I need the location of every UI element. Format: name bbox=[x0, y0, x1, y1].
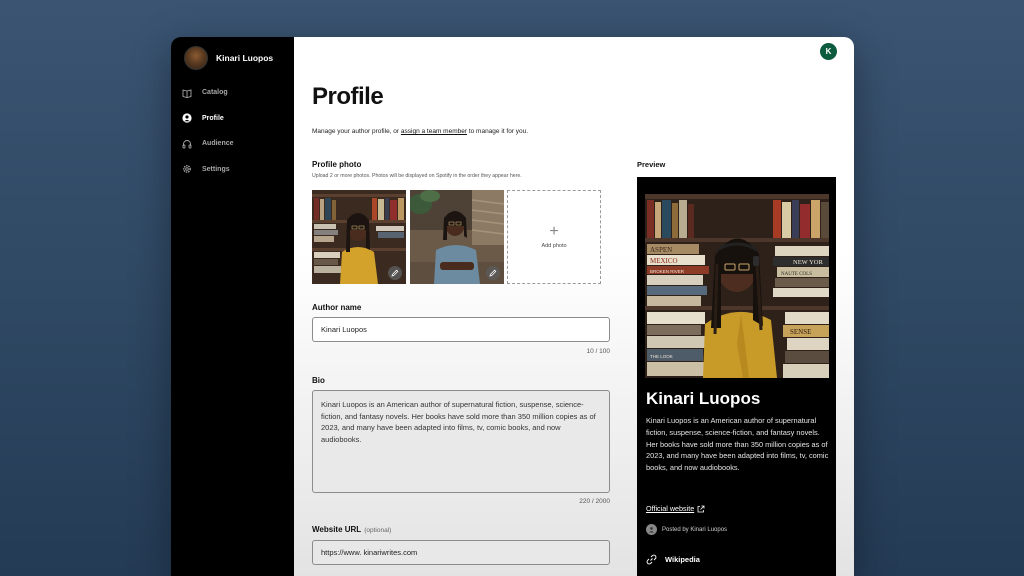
app-window: Kinari Luopos Catalog Profile Audience S… bbox=[171, 37, 854, 576]
external-link-icon bbox=[697, 505, 705, 512]
sidebar-nav: Catalog Profile Audience Settings bbox=[182, 86, 234, 188]
sidebar-item-catalog[interactable]: Catalog bbox=[182, 86, 234, 99]
page-subtitle: Manage your author profile, or assign a … bbox=[312, 128, 528, 135]
book-spine-text: THE LOOK bbox=[650, 354, 673, 359]
sidebar-item-audience[interactable]: Audience bbox=[182, 137, 234, 150]
add-photo-label: Add photo bbox=[541, 243, 567, 249]
add-photo-button[interactable]: + Add photo bbox=[507, 190, 601, 284]
book-spine-text: MEXICO bbox=[650, 257, 678, 265]
preview-photo: ASPEN MEXICO BROKEN RIVER NEW YOR NAUTE … bbox=[645, 194, 829, 378]
assign-team-member-link[interactable]: assign a team member bbox=[401, 128, 467, 135]
sidebar-user-name: Kinari Luopos bbox=[216, 53, 274, 63]
preview-image: ASPEN MEXICO BROKEN RIVER NEW YOR NAUTE … bbox=[645, 194, 829, 378]
bio-counter: 220 / 2000 bbox=[579, 498, 610, 505]
bio-label: Bio bbox=[312, 376, 325, 385]
bio-field[interactable]: Kinari Luopos is an American author of s… bbox=[312, 390, 610, 493]
link-icon bbox=[646, 554, 657, 565]
preview-card: ASPEN MEXICO BROKEN RIVER NEW YOR NAUTE … bbox=[637, 177, 836, 576]
official-website-link[interactable]: Official website bbox=[646, 504, 705, 513]
sidebar-item-label: Settings bbox=[202, 165, 230, 173]
book-spine-text: NEW YOR bbox=[793, 259, 823, 266]
headphones-icon bbox=[182, 139, 192, 149]
author-name-field[interactable]: Kinari Luopos bbox=[312, 317, 610, 342]
profile-photo-2[interactable] bbox=[410, 190, 504, 284]
sidebar: Kinari Luopos Catalog Profile Audience S… bbox=[171, 37, 294, 576]
profile-photo-label: Profile photo bbox=[312, 160, 362, 169]
author-name-label: Author name bbox=[312, 303, 362, 312]
gear-icon bbox=[182, 164, 192, 174]
author-name-counter: 10 / 100 bbox=[586, 348, 611, 355]
book-spine-text: NAUTE COLS bbox=[781, 272, 812, 277]
plus-icon: + bbox=[549, 223, 559, 240]
mini-avatar-icon bbox=[646, 524, 657, 535]
sidebar-item-label: Audience bbox=[202, 140, 234, 147]
sidebar-item-profile[interactable]: Profile bbox=[182, 112, 234, 125]
pencil-icon bbox=[391, 269, 399, 277]
book-icon bbox=[182, 88, 192, 98]
avatar bbox=[184, 46, 208, 70]
optional-tag: (optional) bbox=[364, 527, 392, 534]
edit-photo-button[interactable] bbox=[388, 266, 402, 280]
sidebar-item-label: Catalog bbox=[202, 89, 228, 96]
website-label-text: Website URL bbox=[312, 525, 362, 534]
person-icon bbox=[182, 113, 192, 123]
book-spine-text: SENSE bbox=[790, 328, 811, 336]
book-spine-text: BROKEN RIVER bbox=[650, 269, 685, 274]
subtitle-text: Manage your author profile, or bbox=[312, 128, 401, 135]
posted-by-text: Posted by Kinari Luopos bbox=[662, 526, 728, 533]
posted-by: Posted by Kinari Luopos bbox=[646, 524, 727, 535]
preview-label: Preview bbox=[637, 160, 666, 169]
subtitle-text: to manage it for you. bbox=[467, 128, 529, 135]
profile-photo-hint: Upload 2 or more photos. Photos will be … bbox=[312, 173, 522, 179]
author-name-value: Kinari Luopos bbox=[321, 325, 367, 334]
website-url-field[interactable]: https://www. kinariwrites.com bbox=[312, 540, 610, 565]
pencil-icon bbox=[489, 269, 497, 277]
wikipedia-label: Wikipedia bbox=[665, 555, 700, 564]
page-title: Profile bbox=[312, 83, 384, 110]
preview-bio: Kinari Luopos is an American author of s… bbox=[646, 416, 829, 473]
profile-photo-1[interactable] bbox=[312, 190, 406, 284]
sidebar-user[interactable]: Kinari Luopos bbox=[184, 46, 273, 70]
edit-photo-button[interactable] bbox=[486, 266, 500, 280]
wikipedia-link[interactable]: Wikipedia bbox=[646, 554, 700, 565]
account-button[interactable]: K bbox=[820, 43, 837, 60]
official-website-label: Official website bbox=[646, 504, 695, 513]
website-label: Website URL (optional) bbox=[312, 525, 391, 534]
book-spine-text: ASPEN bbox=[650, 246, 672, 254]
sidebar-item-label: Profile bbox=[202, 114, 224, 122]
sidebar-item-settings[interactable]: Settings bbox=[182, 163, 234, 176]
website-url-value: https://www. kinariwrites.com bbox=[321, 548, 418, 557]
preview-author-name: Kinari Luopos bbox=[646, 389, 761, 408]
main-content: K Profile Manage your author profile, or… bbox=[294, 37, 854, 576]
